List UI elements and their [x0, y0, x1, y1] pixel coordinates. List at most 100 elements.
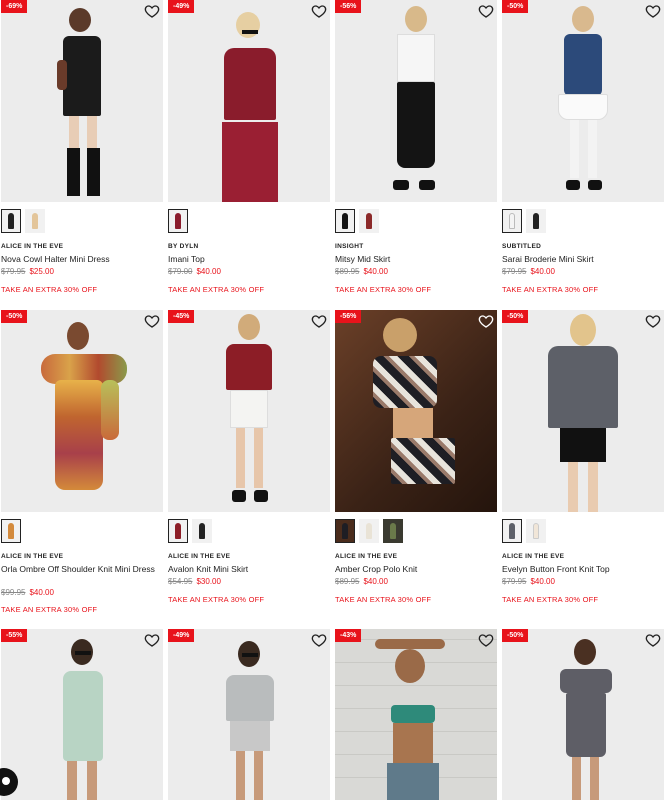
original-price: $79.95: [502, 267, 527, 276]
product-image[interactable]: [502, 0, 664, 202]
product-name[interactable]: Nova Cowl Halter Mini Dress: [1, 254, 159, 264]
heart-icon[interactable]: [645, 313, 661, 329]
discount-badge: -50%: [502, 0, 529, 13]
color-swatch[interactable]: [1, 209, 21, 233]
heart-icon[interactable]: [144, 3, 160, 19]
brand-name: ALICE IN THE EVE: [1, 553, 64, 560]
heart-icon[interactable]: [478, 313, 494, 329]
product-image[interactable]: [1, 629, 163, 800]
original-price: $54.95: [168, 577, 193, 586]
product-image[interactable]: [168, 310, 330, 512]
product-name[interactable]: Sarai Broderie Mini Skirt: [502, 254, 660, 264]
product-name[interactable]: Evelyn Button Front Knit Top: [502, 564, 660, 574]
color-swatch[interactable]: [383, 519, 403, 543]
heart-icon[interactable]: [311, 632, 327, 648]
color-swatch[interactable]: [168, 209, 188, 233]
heart-icon[interactable]: [645, 632, 661, 648]
product-name[interactable]: Imani Top: [168, 254, 326, 264]
sale-price: $40.00: [363, 267, 388, 276]
product-image[interactable]: [335, 629, 497, 800]
original-price: $99.95: [1, 588, 26, 597]
product-image[interactable]: [1, 310, 163, 512]
discount-badge: -50%: [502, 629, 529, 642]
sale-price: $40.00: [530, 267, 555, 276]
price-row: $79.95 $25.00: [1, 267, 54, 276]
heart-icon[interactable]: [144, 632, 160, 648]
discount-badge: -45%: [168, 310, 195, 323]
color-swatch[interactable]: [335, 209, 355, 233]
product-image[interactable]: [168, 629, 330, 800]
promo-text: TAKE AN EXTRA 30% OFF: [502, 595, 599, 604]
discount-badge: -50%: [502, 310, 529, 323]
sale-price: $25.00: [29, 267, 54, 276]
price-row: $79.95 $40.00: [502, 267, 555, 276]
sale-price: $40.00: [363, 577, 388, 586]
original-price: $89.95: [335, 267, 360, 276]
discount-badge: -69%: [1, 0, 28, 13]
price-row: $79.95 $40.00: [502, 577, 555, 586]
product-image[interactable]: [335, 310, 497, 512]
product-image[interactable]: [335, 0, 497, 202]
color-swatch[interactable]: [359, 519, 379, 543]
brand-name: INSIGHT: [335, 243, 364, 250]
sale-price: $40.00: [530, 577, 555, 586]
color-swatch[interactable]: [192, 519, 212, 543]
color-swatch[interactable]: [1, 519, 21, 543]
color-swatch[interactable]: [359, 209, 379, 233]
product-name[interactable]: Orla Ombre Off Shoulder Knit Mini Dress: [1, 564, 159, 574]
price-row: $89.95 $40.00: [335, 577, 388, 586]
discount-badge: -56%: [335, 310, 362, 323]
heart-icon[interactable]: [144, 313, 160, 329]
product-name[interactable]: Avalon Knit Mini Skirt: [168, 564, 326, 574]
promo-text: TAKE AN EXTRA 30% OFF: [168, 595, 265, 604]
brand-name: BY DYLN: [168, 243, 199, 250]
promo-text: TAKE AN EXTRA 30% OFF: [335, 595, 432, 604]
color-swatches: [502, 519, 546, 543]
color-swatches: [335, 209, 379, 233]
product-image[interactable]: [1, 0, 163, 202]
promo-text: TAKE AN EXTRA 30% OFF: [168, 285, 265, 294]
heart-icon[interactable]: [478, 3, 494, 19]
brand-name: ALICE IN THE EVE: [168, 553, 231, 560]
color-swatch[interactable]: [526, 209, 546, 233]
color-swatch[interactable]: [502, 519, 522, 543]
color-swatch[interactable]: [25, 209, 45, 233]
heart-icon[interactable]: [645, 3, 661, 19]
discount-badge: -49%: [168, 629, 195, 642]
color-swatch[interactable]: [502, 209, 522, 233]
color-swatch[interactable]: [335, 519, 355, 543]
price-row: $89.95 $40.00: [335, 267, 388, 276]
product-image[interactable]: [502, 310, 664, 512]
promo-text: TAKE AN EXTRA 30% OFF: [335, 285, 432, 294]
sale-price: $40.00: [196, 267, 221, 276]
original-price: $89.95: [335, 577, 360, 586]
brand-name: ALICE IN THE EVE: [502, 553, 565, 560]
discount-badge: -43%: [335, 629, 362, 642]
discount-badge: -55%: [1, 629, 28, 642]
product-name[interactable]: Mitsy Mid Skirt: [335, 254, 493, 264]
discount-badge: -50%: [1, 310, 28, 323]
color-swatches: [1, 209, 45, 233]
color-swatches: [1, 519, 21, 543]
sale-price: $30.00: [196, 577, 221, 586]
brand-name: ALICE IN THE EVE: [1, 243, 64, 250]
promo-text: TAKE AN EXTRA 30% OFF: [1, 285, 98, 294]
heart-icon[interactable]: [311, 3, 327, 19]
heart-icon[interactable]: [478, 632, 494, 648]
promo-text: TAKE AN EXTRA 30% OFF: [502, 285, 599, 294]
price-row: $79.00 $40.00: [168, 267, 221, 276]
discount-badge: -56%: [335, 0, 362, 13]
heart-icon[interactable]: [311, 313, 327, 329]
product-image[interactable]: [168, 0, 330, 202]
color-swatches: [168, 209, 188, 233]
product-name[interactable]: Amber Crop Polo Knit: [335, 564, 493, 574]
price-row: $99.95 $40.00: [1, 588, 54, 597]
color-swatch[interactable]: [526, 519, 546, 543]
color-swatches: [502, 209, 546, 233]
brand-name: ALICE IN THE EVE: [335, 553, 398, 560]
product-image[interactable]: [502, 629, 664, 800]
discount-badge: -49%: [168, 0, 195, 13]
color-swatch[interactable]: [168, 519, 188, 543]
color-swatches: [168, 519, 212, 543]
color-swatches: [335, 519, 403, 543]
